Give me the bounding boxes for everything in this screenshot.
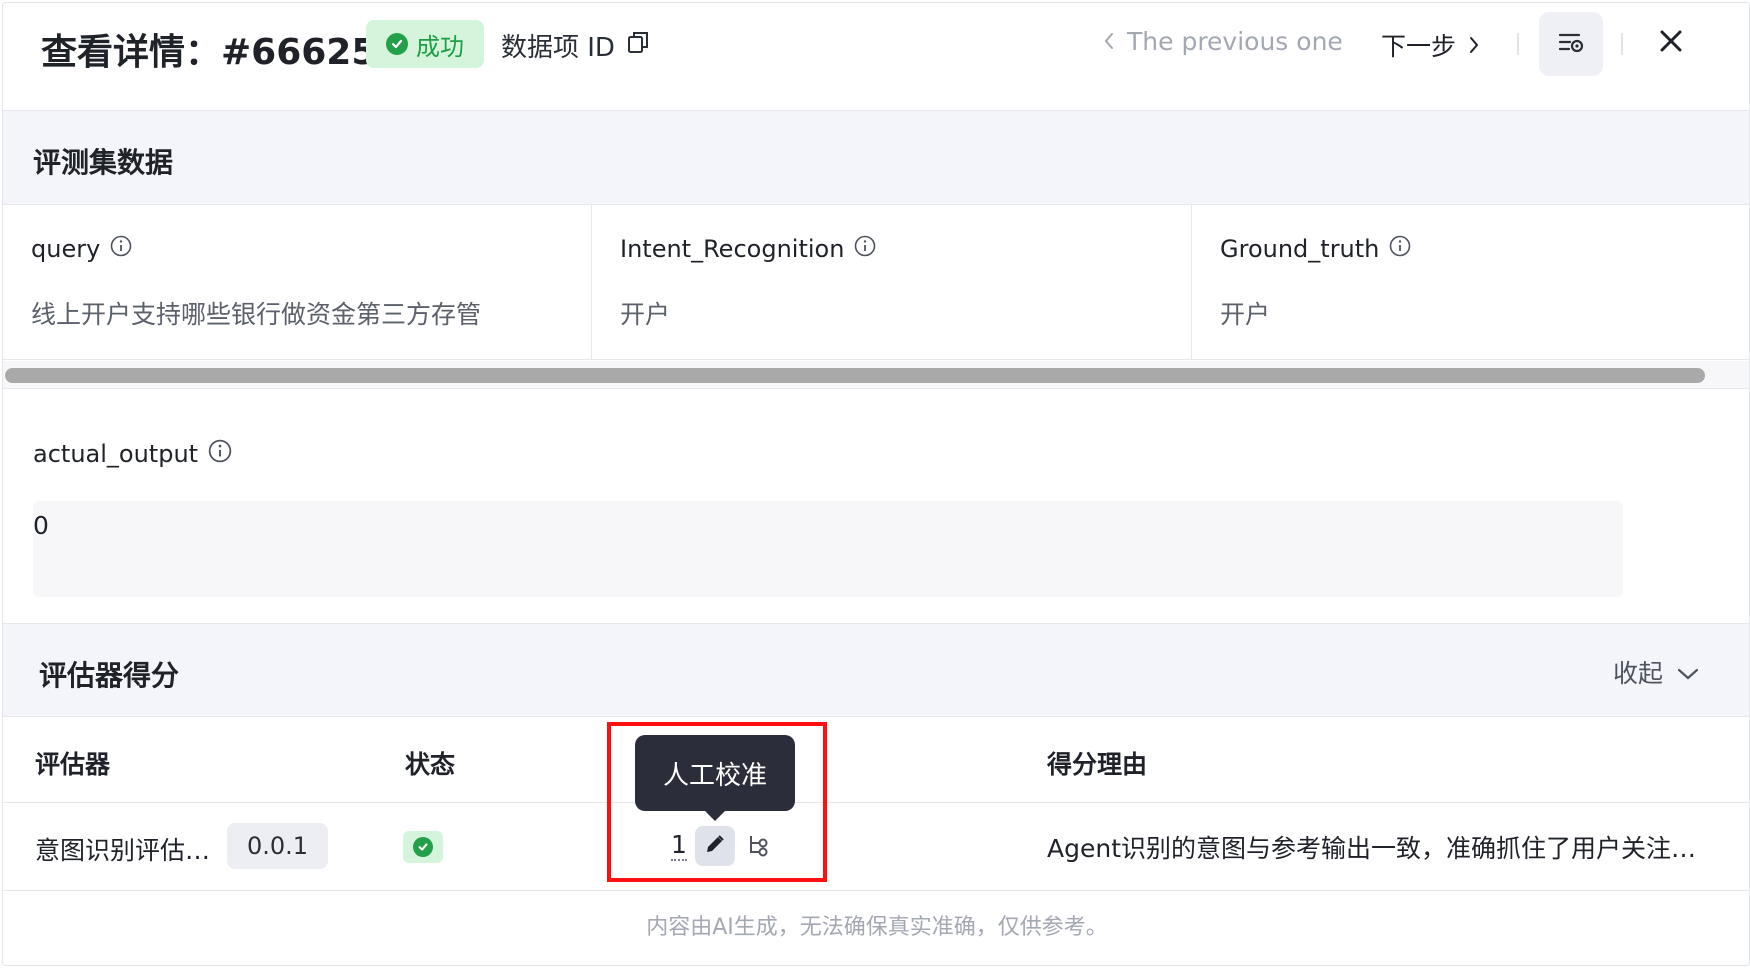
dataset-column-query: query 线上开户支持哪些银行做资金第三方存管 (3, 205, 592, 360)
column-value: 线上开户支持哪些银行做资金第三方存管 (31, 300, 482, 329)
chevron-left-icon (1103, 27, 1115, 56)
next-label: 下一步 (1381, 32, 1457, 61)
chevron-down-icon (1677, 658, 1699, 687)
info-icon[interactable] (208, 439, 232, 469)
info-icon[interactable] (110, 235, 132, 263)
horizontal-scrollbar[interactable] (3, 361, 1749, 389)
scrollbar-thumb[interactable] (5, 368, 1705, 383)
actual-output-box: 0 (33, 501, 1623, 597)
previous-label: The previous one (1127, 27, 1343, 56)
actual-output-name: actual_output (33, 439, 232, 469)
column-value: 开户 (1220, 300, 1271, 329)
version-badge: 0.0.1 (227, 823, 329, 869)
detail-header: 查看详情：#66625 成功 数据项 ID The previous one 下… (3, 3, 1749, 111)
data-id-label: 数据项 ID (501, 33, 615, 63)
evaluator-name: 意图识别评估… (35, 836, 211, 865)
highlight-box (607, 722, 827, 882)
list-settings-icon (1557, 29, 1585, 59)
dataset-column-intent: Intent_Recognition 开户 (592, 205, 1192, 360)
close-button[interactable] (1655, 27, 1687, 59)
column-name: query (31, 235, 132, 263)
dataset-columns: query 线上开户支持哪些银行做资金第三方存管 Intent_Recognit… (3, 205, 1749, 360)
table-row: 意图识别评估… 0.0.1 1 Agent识别的意图与参考输出一致，准确抓住了用… (3, 803, 1749, 891)
scores-table-header: 评估器 状态 得分理由 (3, 717, 1749, 803)
data-id-copy[interactable]: 数据项 ID (501, 27, 649, 64)
view-settings-button[interactable] (1539, 12, 1603, 76)
header-status: 状态 (405, 750, 456, 779)
collapse-label: 收起 (1612, 659, 1663, 688)
collapse-button[interactable]: 收起 (1613, 654, 1699, 690)
actual-output-label: actual_output (33, 440, 199, 468)
status-badge: 成功 (366, 20, 484, 68)
page-title: 查看详情：#66625 (41, 32, 377, 73)
score-reason: Agent识别的意图与参考输出一致，准确抓住了用户关注点，分类正确。 (1047, 834, 1697, 863)
header-reason: 得分理由 (1047, 750, 1148, 779)
info-icon[interactable] (854, 235, 876, 263)
header-divider (1517, 33, 1519, 55)
info-icon[interactable] (1389, 235, 1411, 263)
header-evaluator: 评估器 (35, 750, 111, 779)
ai-disclaimer: 内容由AI生成，无法确保真实准确，仅供参考。 (646, 915, 1108, 940)
column-name: Ground_truth (1220, 235, 1411, 263)
next-button[interactable]: 下一步 (1381, 27, 1480, 63)
column-name: Intent_Recognition (620, 235, 876, 263)
status-label: 成功 (416, 32, 464, 61)
chevron-right-icon (1468, 31, 1480, 60)
check-circle-icon (413, 837, 433, 857)
close-icon (1658, 28, 1684, 58)
detail-panel: 查看详情：#66625 成功 数据项 ID The previous one 下… (2, 2, 1750, 966)
header-divider (1621, 33, 1623, 55)
column-label: Ground_truth (1220, 235, 1380, 263)
status-success (403, 831, 443, 863)
scores-section-header: 评估器得分 收起 (3, 623, 1749, 717)
scores-section-title: 评估器得分 (39, 659, 180, 692)
actual-output-value: 0 (33, 511, 49, 540)
dataset-section-header: 评测集数据 (3, 111, 1749, 205)
copy-icon[interactable] (627, 30, 649, 61)
column-value: 开户 (620, 300, 671, 329)
previous-button[interactable]: The previous one (1103, 27, 1343, 56)
column-label: query (31, 235, 101, 263)
column-label: Intent_Recognition (620, 235, 845, 263)
dataset-section-title: 评测集数据 (33, 146, 174, 179)
dataset-column-ground-truth: Ground_truth 开户 (1192, 205, 1749, 360)
check-circle-icon (386, 33, 408, 55)
